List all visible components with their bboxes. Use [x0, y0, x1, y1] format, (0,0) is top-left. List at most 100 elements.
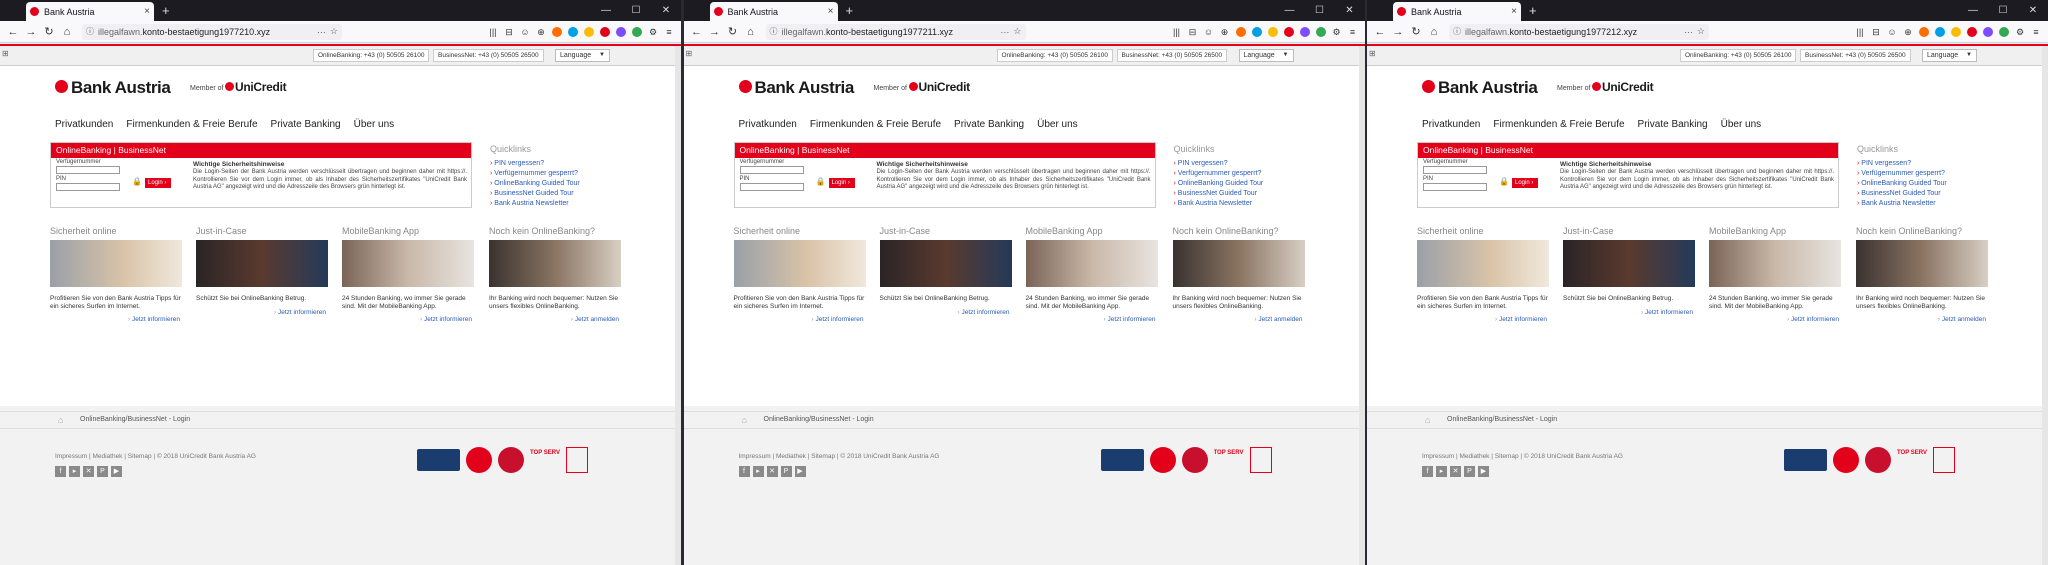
vertical-scrollbar[interactable] [2042, 46, 2048, 565]
teaser-link[interactable]: Jetzt informieren [196, 309, 331, 316]
pin-input[interactable] [739, 183, 804, 191]
maximize-icon[interactable]: ☐ [1305, 0, 1335, 21]
teaser-photo[interactable] [1417, 240, 1549, 287]
teaser-photo[interactable] [50, 240, 182, 287]
library-icon[interactable]: ||| [1853, 26, 1867, 38]
forward-icon[interactable]: → [706, 23, 724, 41]
language-select[interactable]: Language ▼ [1238, 49, 1294, 62]
language-select[interactable]: Language ▼ [1922, 49, 1977, 62]
extension-icon[interactable] [1267, 26, 1278, 37]
back-icon[interactable]: ← [1371, 23, 1389, 41]
address-bar[interactable]: ⓘ illegalfawn.konto-bestaetigung1977211.… [765, 23, 1026, 40]
twitter-icon[interactable]: ▸ [69, 466, 80, 477]
quicklink-pin-vergessen[interactable]: PIN vergessen? [1857, 159, 1947, 169]
bookmark-star-icon[interactable]: ☆ [1013, 26, 1021, 37]
xing-icon[interactable]: ✕ [766, 466, 778, 477]
browser-tab[interactable]: Bank Austria × [709, 2, 838, 21]
nav-privatkunden[interactable]: Privatkunden [55, 119, 113, 130]
extension-icon[interactable] [1999, 26, 2009, 37]
teaser-link[interactable]: Jetzt informieren [1709, 316, 1844, 323]
extension-icon[interactable] [1967, 26, 1977, 37]
extension-menu-icon[interactable]: ⊕ [534, 26, 548, 38]
bookmark-star-icon[interactable]: ☆ [330, 26, 338, 37]
footer-links[interactable]: Impressum | Mediathek | Sitemap | © 2018… [1422, 453, 1623, 460]
pinterest-icon[interactable]: P [780, 466, 792, 477]
extension-icon[interactable] [600, 26, 610, 37]
xing-icon[interactable]: ✕ [1450, 466, 1461, 477]
address-bar[interactable]: ⓘ illegalfawn.konto-bestaetigung1977212.… [1449, 23, 1709, 40]
nav-private-banking[interactable]: Private Banking [1638, 119, 1708, 130]
teaser-photo[interactable] [489, 240, 621, 287]
teaser-link[interactable]: Jetzt anmelden [1856, 316, 1991, 323]
quicklink-newsletter[interactable]: Bank Austria Newsletter [1174, 199, 1264, 209]
bank-austria-logo[interactable]: Bank Austria Member of UniCredit [738, 78, 1039, 104]
home-icon[interactable]: ⌂ [742, 415, 747, 425]
twitter-icon[interactable]: ▸ [752, 466, 764, 477]
quicklink-onlinebanking-tour[interactable]: OnlineBanking Guided Tour [1857, 179, 1946, 189]
nav-ueber-uns[interactable]: Über uns [1721, 119, 1762, 130]
teaser-link[interactable]: Jetzt informieren [1417, 316, 1552, 323]
browser-tab[interactable]: Bank Austria × [26, 2, 154, 21]
reload-icon[interactable]: ↻ [724, 23, 742, 41]
hamburger-menu-icon[interactable]: ≡ [1346, 26, 1360, 38]
library-icon[interactable]: ||| [1170, 26, 1184, 38]
extension-menu-icon[interactable]: ⊕ [1218, 26, 1232, 38]
forward-icon[interactable]: → [22, 23, 40, 41]
extension-icon[interactable] [1935, 26, 1945, 37]
teaser-photo[interactable] [1563, 240, 1695, 287]
close-window-icon[interactable]: ✕ [1335, 0, 1365, 21]
pinterest-icon[interactable]: P [97, 466, 108, 477]
teaser-photo[interactable] [1856, 240, 1988, 287]
quicklink-verfuegernummer-gesperrt[interactable]: Verfügernummer gesperrt? [1174, 169, 1264, 179]
maximize-icon[interactable]: ☐ [1988, 0, 2018, 21]
youtube-icon[interactable]: ▶ [1478, 466, 1489, 477]
minimize-icon[interactable]: — [591, 0, 621, 21]
reload-icon[interactable]: ↻ [1407, 23, 1425, 41]
back-icon[interactable]: ← [688, 23, 706, 41]
extension-icon[interactable] [1315, 26, 1326, 37]
quicklink-verfuegernummer-gesperrt[interactable]: Verfügernummer gesperrt? [490, 169, 580, 179]
home-icon[interactable]: ⌂ [58, 23, 76, 41]
verfuegernummer-input[interactable] [739, 166, 804, 174]
extension-icon[interactable] [1235, 26, 1246, 37]
account-icon[interactable]: ☺ [518, 26, 532, 38]
minimize-icon[interactable]: — [1958, 0, 1988, 21]
vertical-scrollbar[interactable] [1358, 46, 1365, 565]
hamburger-menu-icon[interactable]: ≡ [662, 26, 676, 38]
quicklink-onlinebanking-tour[interactable]: OnlineBanking Guided Tour [1174, 179, 1263, 189]
extension-icon[interactable] [632, 26, 642, 37]
page-actions-icon[interactable]: ··· [317, 27, 326, 37]
nav-firmenkunden[interactable]: Firmenkunden & Freie Berufe [126, 119, 257, 130]
teaser-link[interactable]: Jetzt informieren [342, 316, 477, 323]
settings-gear-icon[interactable]: ⚙ [646, 26, 660, 38]
nav-ueber-uns[interactable]: Über uns [1037, 119, 1078, 130]
teaser-photo[interactable] [1709, 240, 1841, 287]
teaser-photo[interactable] [879, 240, 1012, 287]
nav-ueber-uns[interactable]: Über uns [354, 119, 395, 130]
home-icon[interactable]: ⌂ [1425, 415, 1430, 425]
extension-icon[interactable] [584, 26, 594, 37]
extension-icon[interactable] [568, 26, 578, 37]
close-window-icon[interactable]: ✕ [651, 0, 681, 21]
hamburger-menu-icon[interactable]: ≡ [2029, 26, 2043, 38]
pin-input[interactable] [1423, 183, 1487, 191]
quicklink-onlinebanking-tour[interactable]: OnlineBanking Guided Tour [490, 179, 579, 189]
teaser-link[interactable]: Jetzt informieren [1563, 309, 1698, 316]
settings-gear-icon[interactable]: ⚙ [1330, 26, 1344, 38]
quicklink-newsletter[interactable]: Bank Austria Newsletter [490, 199, 580, 209]
login-button[interactable]: Login › [145, 178, 171, 188]
youtube-icon[interactable]: ▶ [111, 466, 122, 477]
extension-icon[interactable] [1299, 26, 1310, 37]
teaser-photo[interactable] [342, 240, 474, 287]
extension-menu-icon[interactable]: ⊕ [1901, 26, 1915, 38]
sidebar-icon[interactable]: ⊟ [1869, 26, 1883, 38]
quicklink-newsletter[interactable]: Bank Austria Newsletter [1857, 199, 1947, 209]
site-info-icon[interactable]: ⓘ [770, 26, 778, 37]
quicklink-businessnet-tour[interactable]: BusinessNet Guided Tour [1174, 189, 1264, 199]
teaser-photo[interactable] [1172, 240, 1305, 287]
quicklink-verfuegernummer-gesperrt[interactable]: Verfügernummer gesperrt? [1857, 169, 1947, 179]
settings-gear-icon[interactable]: ⚙ [2013, 26, 2027, 38]
home-icon[interactable]: ⌂ [1425, 23, 1443, 41]
sidebar-icon[interactable]: ⊟ [1186, 26, 1200, 38]
teaser-link[interactable]: Jetzt anmelden [489, 316, 624, 323]
